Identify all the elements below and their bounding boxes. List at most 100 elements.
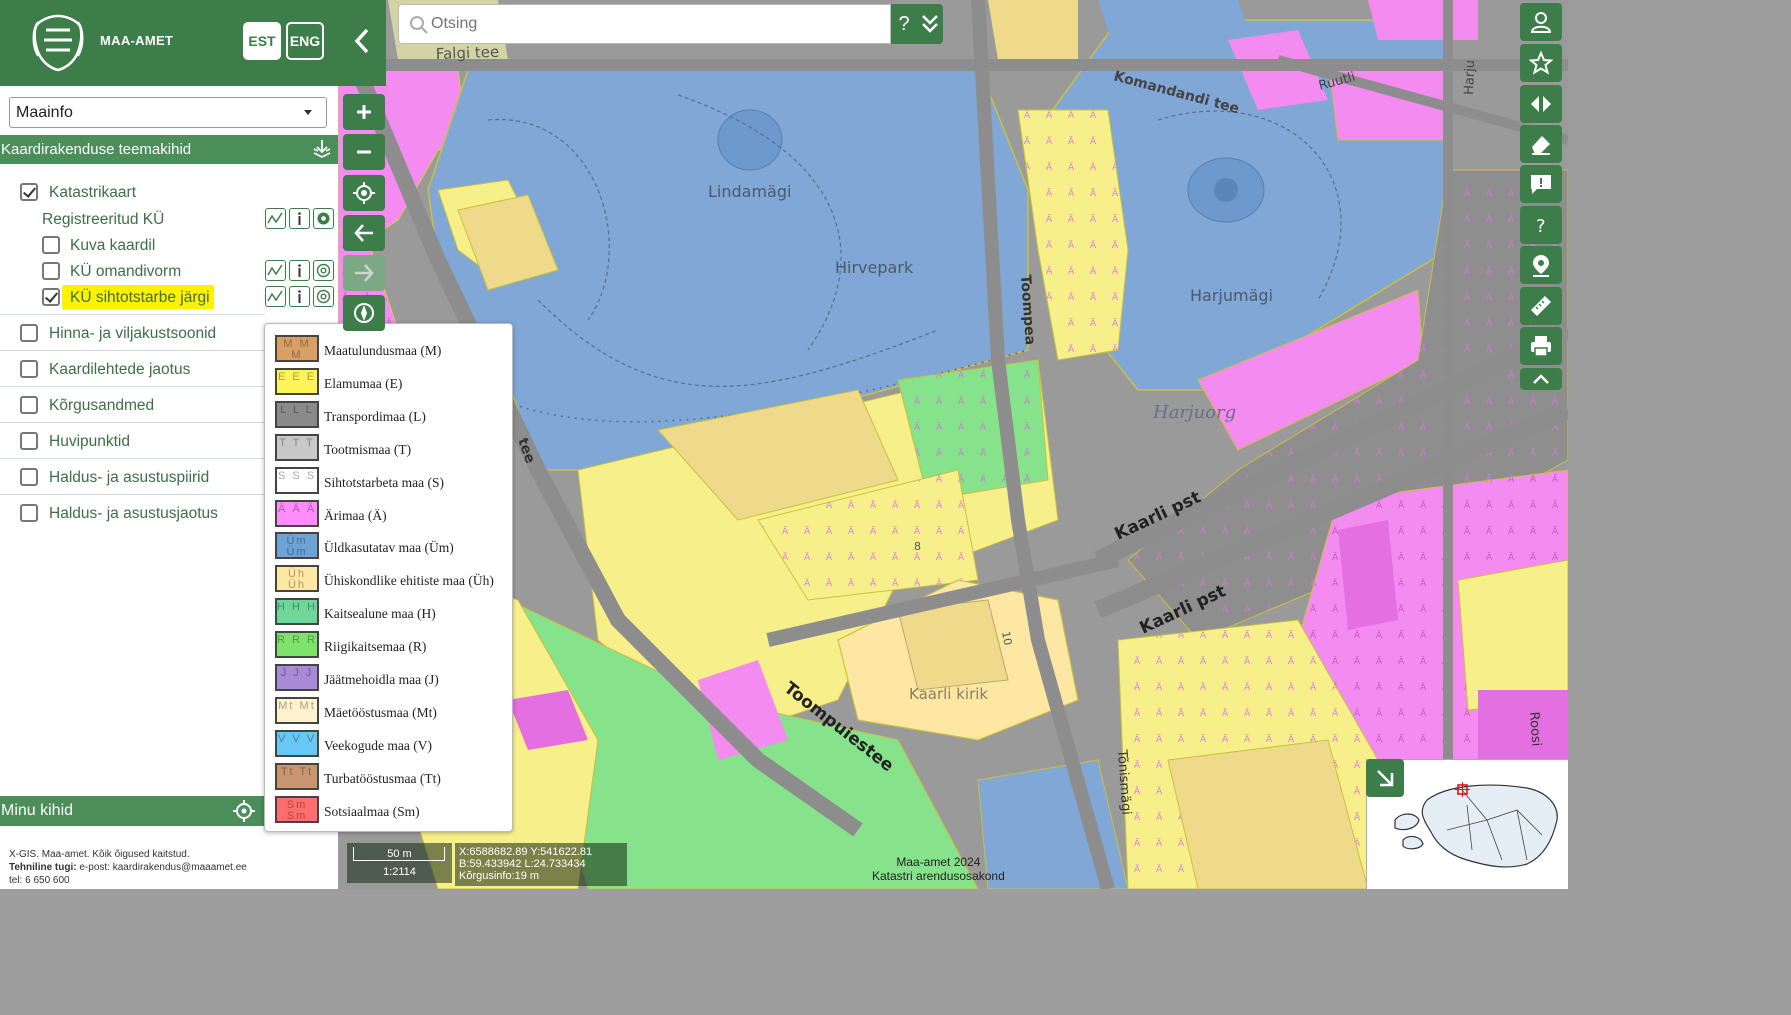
lang-eng-button[interactable]: ENG bbox=[286, 22, 324, 60]
compass-button[interactable] bbox=[343, 295, 385, 331]
svg-text:?: ? bbox=[1536, 216, 1546, 237]
coord-bl: B:59.433942 L:24.733434 bbox=[459, 858, 586, 870]
land-use-legend: M M M Maatulundusmaa (M) E E E Elamumaa (E)… bbox=[264, 323, 513, 832]
kaardilehtede-checkbox[interactable] bbox=[20, 360, 38, 378]
legend-swatch: L L L bbox=[275, 400, 319, 428]
haldus-jaotus-checkbox[interactable] bbox=[20, 504, 38, 522]
omandivorm-info-button[interactable] bbox=[289, 260, 310, 281]
haldus-piirid-label: Haldus- ja asustuspiirid bbox=[49, 469, 210, 486]
forward-button[interactable] bbox=[343, 255, 385, 291]
coord-height: Kõrgusinfo:19 m bbox=[459, 870, 540, 882]
marker-button[interactable] bbox=[1520, 246, 1562, 284]
favorites-button[interactable] bbox=[1520, 44, 1562, 82]
eraser-icon bbox=[1532, 136, 1550, 155]
haldus-piirid-checkbox[interactable] bbox=[20, 468, 38, 486]
registreeritud-settings-button[interactable] bbox=[313, 208, 334, 229]
legend-swatch: Üh Üh bbox=[275, 565, 319, 593]
katastrikaart-checkbox[interactable] bbox=[20, 183, 38, 201]
search-expand-button[interactable] bbox=[917, 4, 943, 44]
overview-toggle-button[interactable] bbox=[1366, 759, 1404, 797]
support-label: Tehniline tugi: bbox=[9, 862, 77, 873]
feedback-icon bbox=[1531, 175, 1551, 194]
zoom-in-button[interactable] bbox=[343, 94, 385, 130]
credits-line2: Katastri arendusosakond bbox=[872, 869, 1005, 883]
legend-swatch: H H H bbox=[275, 598, 319, 626]
crosshair-icon[interactable] bbox=[232, 799, 256, 823]
legend-label: Ühiskondlike ehitiste maa (Üh) bbox=[324, 573, 494, 589]
copyright-text: X-GIS. Maa-amet. Kõik õigused kaitstud. bbox=[9, 849, 190, 860]
collapse-panel-button[interactable] bbox=[338, 0, 386, 86]
chevron-left-icon bbox=[354, 28, 369, 54]
collapse-tools-button[interactable] bbox=[1520, 368, 1562, 390]
legend-label: Ärimaa (Ä) bbox=[324, 507, 387, 523]
coordinate-readout: X:6588682.89 Y:541622.81 B:59.433942 L:2… bbox=[455, 843, 627, 886]
scale-ratio: 1:2114 bbox=[383, 866, 416, 878]
huvipunktid-label: Huvipunktid bbox=[49, 433, 130, 450]
legend-label: Üldkasutatav maa (Üm) bbox=[324, 540, 454, 556]
legend-label: Turbatööstusmaa (Tt) bbox=[324, 770, 441, 786]
compare-arrows-icon bbox=[1531, 96, 1551, 112]
question-icon: ? bbox=[1536, 216, 1546, 237]
locate-icon bbox=[353, 182, 375, 204]
legend-swatch: T T T bbox=[275, 433, 319, 461]
info-icon bbox=[298, 212, 301, 225]
measure-button[interactable] bbox=[1520, 287, 1562, 325]
download-layers-icon[interactable] bbox=[311, 138, 333, 160]
omandivorm-settings-button[interactable] bbox=[313, 260, 334, 281]
back-button[interactable] bbox=[343, 215, 385, 251]
sihtotstarve-settings-button[interactable] bbox=[313, 286, 334, 307]
search-help-button[interactable]: ? bbox=[891, 4, 917, 44]
map-label-harjumagi: Harjumägi bbox=[1190, 286, 1273, 305]
legend-swatch: Üm Üm bbox=[275, 532, 319, 560]
map-label-house-8: 8 bbox=[914, 540, 921, 553]
minus-icon bbox=[357, 150, 371, 154]
zoom-out-button[interactable] bbox=[343, 134, 385, 170]
omandivorm-chart-button[interactable] bbox=[265, 260, 286, 281]
legend-label: Tootmismaa (T) bbox=[324, 441, 412, 457]
help-button[interactable]: ? bbox=[1520, 206, 1562, 244]
locate-button[interactable] bbox=[343, 175, 385, 211]
my-layers-bar[interactable]: Minu kihid bbox=[0, 796, 265, 826]
omandivorm-checkbox[interactable] bbox=[42, 262, 60, 280]
kaardilehtede-label: Kaardilehtede jaotus bbox=[49, 361, 191, 378]
location-pin-icon bbox=[1533, 255, 1549, 277]
map-label-harjuorg: Harjuorg bbox=[1152, 402, 1236, 423]
legend-label: Jäätmehoidla maa (J) bbox=[324, 672, 439, 687]
legend-label: Elamumaa (E) bbox=[324, 375, 403, 391]
compare-button[interactable] bbox=[1520, 85, 1562, 123]
map-graphics: Ä Ä Ä Ä bbox=[338, 0, 1568, 889]
brand-name: MAA-AMET bbox=[100, 33, 174, 48]
ruler-icon bbox=[1531, 296, 1551, 316]
huvipunktid-checkbox[interactable] bbox=[20, 432, 38, 450]
search-box[interactable] bbox=[398, 4, 891, 44]
sihtotstarve-info-button[interactable] bbox=[289, 286, 310, 307]
app-select-dropdown[interactable]: Maainfo bbox=[9, 97, 327, 128]
arrow-left-icon bbox=[354, 224, 373, 242]
kuva-kaardil-checkbox[interactable] bbox=[42, 236, 60, 254]
sihtotstarve-chart-button[interactable] bbox=[265, 286, 286, 307]
search-input[interactable] bbox=[431, 5, 881, 43]
user-button[interactable] bbox=[1520, 3, 1562, 41]
registreeritud-chart-button[interactable] bbox=[265, 208, 286, 229]
eraser-button[interactable] bbox=[1520, 125, 1562, 163]
sihtotstarve-checkbox[interactable] bbox=[42, 288, 60, 306]
line-chart-icon bbox=[267, 264, 283, 276]
print-button[interactable] bbox=[1520, 327, 1562, 365]
map-label-falgi: Falgi tee bbox=[436, 43, 500, 63]
lang-est-button[interactable]: EST bbox=[243, 22, 281, 60]
legend-swatch: Tt Tt bbox=[275, 762, 319, 790]
support-email[interactable]: e-post: kaardirakendus@maaamet.ee bbox=[77, 862, 246, 873]
theme-layers-title: Kaardirakenduse teemakihid bbox=[1, 141, 192, 158]
legend-label: Kaitsealune maa (H) bbox=[324, 606, 436, 622]
legend-label: Mäetööstusmaa (Mt) bbox=[324, 704, 437, 720]
map-label-roosi: Roosi bbox=[1526, 711, 1543, 747]
map-label-hirvepark: Hirvepark bbox=[835, 258, 914, 277]
map-canvas[interactable]: Ä Ä Ä Ä bbox=[338, 0, 1568, 889]
legend-label: Maatulundusmaa (M) bbox=[324, 343, 442, 358]
registreeritud-info-button[interactable] bbox=[289, 208, 310, 229]
feedback-button[interactable] bbox=[1520, 165, 1562, 203]
omandivorm-label: KÜ omandivorm bbox=[70, 263, 182, 280]
korgusandmed-checkbox[interactable] bbox=[20, 396, 38, 414]
legend-label: Sihtotstarbeta maa (S) bbox=[324, 474, 444, 490]
hinna-checkbox[interactable] bbox=[20, 324, 38, 342]
